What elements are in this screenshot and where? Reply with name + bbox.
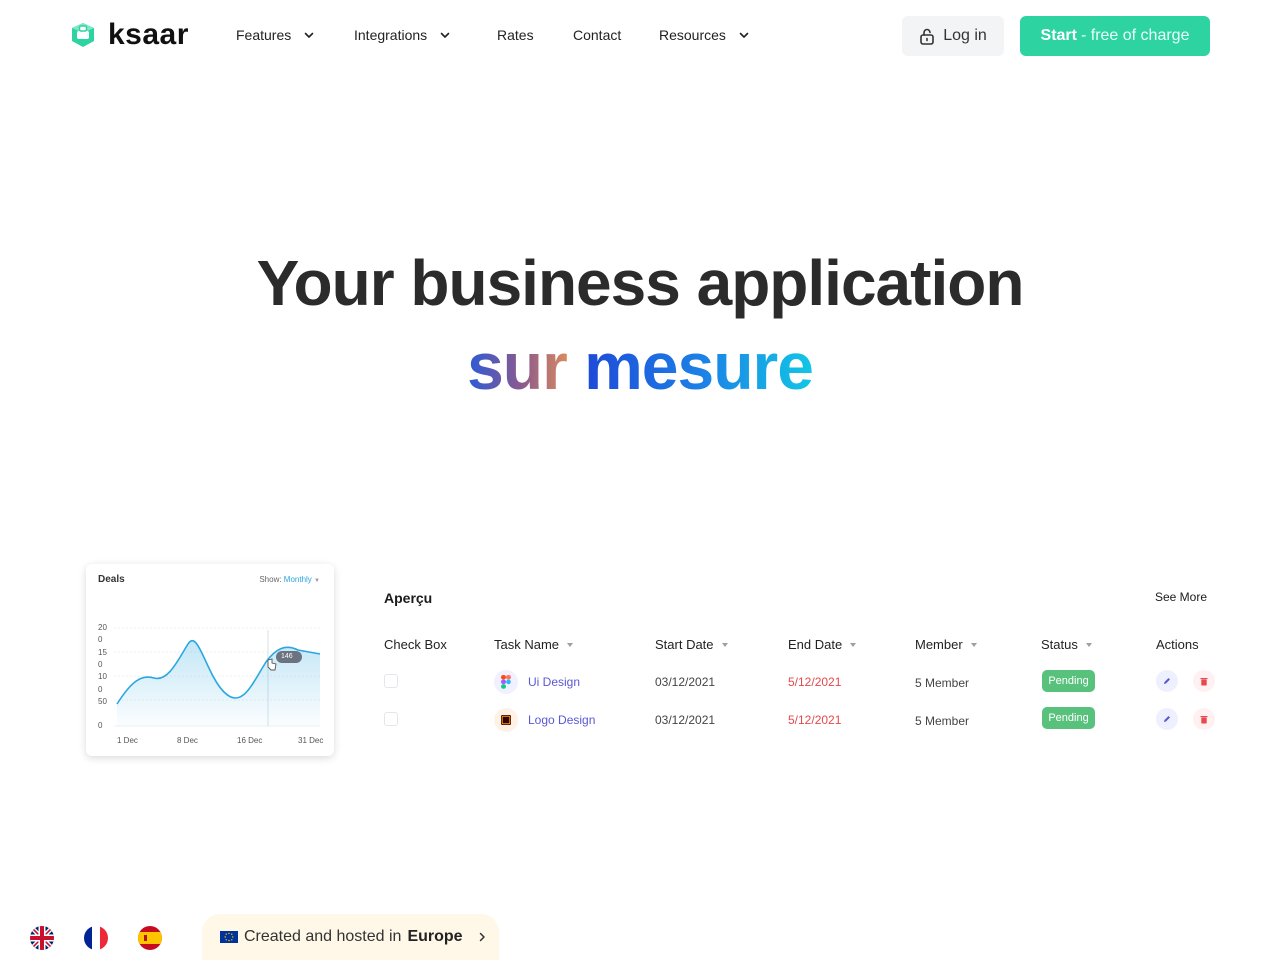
nav-item-resources[interactable]: Resources	[659, 27, 750, 43]
nav-item-label: Contact	[573, 27, 622, 43]
task-name: Logo Design	[528, 713, 596, 727]
start-label: Start	[1040, 27, 1077, 44]
header-member[interactable]: Member	[915, 637, 977, 652]
deals-card: Deals Show: Monthly ▼ 146 20 0 15 0 10 0…	[86, 564, 334, 756]
y-tick-label: 0	[98, 660, 103, 669]
nav-item-label: Resources	[659, 27, 726, 43]
nav-item-label: Rates	[497, 27, 534, 43]
hero-word-sur: sur	[467, 329, 568, 403]
overview-title: Aperçu	[384, 590, 433, 606]
hero-word-mesure: mesure	[584, 329, 814, 403]
member-count: 5 Member	[915, 714, 970, 728]
header-label: Actions	[1156, 637, 1199, 652]
chevron-down-icon	[440, 32, 450, 38]
edit-button[interactable]	[1156, 708, 1178, 730]
nav-item-features[interactable]: Features	[236, 27, 315, 43]
spain-flag-icon[interactable]	[138, 926, 162, 950]
y-tick-label: 0	[98, 685, 103, 694]
header-start-date[interactable]: Start Date	[655, 637, 728, 652]
y-tick-label: 10	[98, 672, 107, 681]
france-flag-icon[interactable]	[84, 926, 108, 950]
header-label: Task Name	[494, 637, 560, 652]
status-badge: Pending	[1042, 707, 1095, 729]
member-count: 5 Member	[915, 676, 970, 690]
header-actions: Actions	[1156, 637, 1199, 652]
start-free-button[interactable]: Start - free of charge	[1020, 16, 1210, 56]
x-tick-label: 31 Dec	[298, 736, 324, 745]
chevron-down-icon	[304, 32, 314, 38]
nav-item-label: Features	[236, 27, 292, 43]
header-label: End Date	[788, 637, 843, 652]
delete-button[interactable]	[1193, 708, 1215, 730]
sort-icon	[850, 642, 857, 647]
task-name: Ui Design	[528, 675, 581, 689]
nav-item-integrations[interactable]: Integrations	[354, 27, 451, 43]
header-label: Member	[915, 637, 963, 652]
header-check-box: Check Box	[384, 637, 447, 652]
caret-down-icon: ▼	[314, 578, 320, 584]
row-checkbox[interactable]	[384, 674, 398, 688]
deals-chart	[114, 627, 321, 727]
brand-name: ksaar	[108, 18, 189, 51]
start-date: 03/12/2021	[655, 675, 716, 689]
task-link[interactable]: Logo Design	[494, 708, 595, 732]
y-tick-label: 15	[98, 648, 107, 657]
hero-subtitle: sur mesure	[0, 328, 1280, 404]
y-tick-label: 0	[98, 721, 103, 730]
chevron-down-icon	[739, 32, 749, 38]
x-tick-label: 16 Dec	[237, 736, 263, 745]
deals-period-select[interactable]: Show: Monthly ▼	[259, 575, 320, 584]
sort-icon	[1085, 642, 1092, 647]
chevron-right-icon	[479, 932, 485, 942]
deals-show-label: Show:	[259, 575, 282, 584]
x-tick-label: 8 Dec	[177, 736, 198, 745]
hosted-in-europe-banner[interactable]: Created and hosted in Europe	[202, 914, 499, 960]
sort-icon	[567, 642, 574, 647]
hero-title: Your business application	[256, 247, 1025, 319]
nav-item-contact[interactable]: Contact	[573, 27, 621, 43]
start-sub-label: - free of charge	[1080, 27, 1190, 44]
header-label: Status	[1041, 637, 1078, 652]
y-tick-label: 0	[98, 635, 103, 644]
delete-button[interactable]	[1193, 670, 1215, 692]
deals-title: Deals	[98, 574, 125, 585]
eu-text: Created and hosted in	[244, 928, 402, 945]
see-more-link[interactable]: See More	[1155, 590, 1207, 604]
nav-item-label: Integrations	[354, 27, 428, 43]
logo[interactable]: ksaar	[68, 18, 189, 52]
lock-icon	[920, 28, 935, 45]
trash-icon	[1200, 677, 1208, 685]
header-end-date[interactable]: End Date	[788, 637, 857, 652]
start-date: 03/12/2021	[655, 713, 716, 727]
ksaar-logo-icon	[72, 23, 94, 47]
eu-flag-icon	[220, 931, 238, 943]
figma-icon	[494, 670, 518, 694]
header-label: Start Date	[655, 637, 714, 652]
row-checkbox[interactable]	[384, 712, 398, 726]
eu-strong: Europe	[407, 928, 463, 945]
uk-flag-icon[interactable]	[30, 926, 54, 950]
y-tick-label: 50	[98, 697, 107, 706]
header-status[interactable]: Status	[1041, 637, 1092, 652]
deals-tooltip-value: 146	[281, 653, 293, 660]
status-badge: Pending	[1042, 670, 1095, 692]
deals-show-value: Monthly	[283, 575, 312, 584]
pencil-icon	[1164, 678, 1170, 684]
edit-button[interactable]	[1156, 670, 1178, 692]
nav-item-rates[interactable]: Rates	[497, 27, 534, 43]
sort-icon	[970, 642, 977, 647]
y-tick-label: 20	[98, 623, 107, 632]
end-date: 5/12/2021	[788, 713, 842, 727]
illustrator-icon	[494, 708, 518, 732]
sort-icon	[721, 642, 728, 647]
header-task-name[interactable]: Task Name	[494, 637, 574, 652]
login-label: Log in	[943, 27, 987, 44]
trash-icon	[1200, 715, 1208, 723]
x-tick-label: 1 Dec	[117, 736, 138, 745]
login-button[interactable]: Log in	[902, 16, 1004, 56]
pencil-icon	[1164, 716, 1170, 722]
header-label: Check Box	[384, 637, 447, 652]
task-link[interactable]: Ui Design	[494, 670, 580, 694]
end-date: 5/12/2021	[788, 675, 842, 689]
